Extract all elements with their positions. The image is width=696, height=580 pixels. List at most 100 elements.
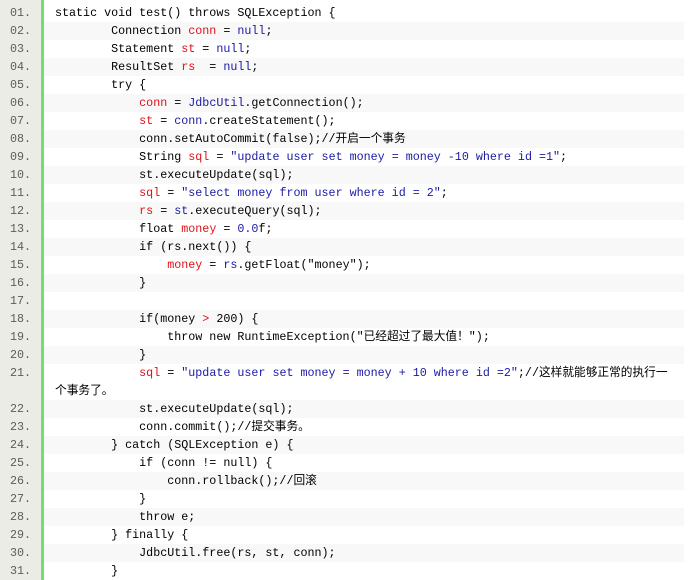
- variable-token: st: [139, 114, 154, 128]
- line-number: 03.: [0, 40, 41, 58]
- keyword-token: "update user set money = money + 10 wher…: [181, 366, 518, 380]
- code-text: }: [44, 346, 684, 364]
- code-text: sql = "update user set money = money + 1…: [44, 364, 684, 400]
- code-line: 08. conn.setAutoCommit(false);//开启一个事务: [0, 130, 696, 148]
- variable-token: rs: [139, 204, 154, 218]
- code-line: 04. ResultSet rs = null;: [0, 58, 696, 76]
- code-token: conn.commit();//提交事务。: [55, 420, 310, 434]
- code-text: st.executeUpdate(sql);: [44, 166, 684, 184]
- keyword-token: null: [216, 42, 245, 56]
- code-line: 19. throw new RuntimeException("已经超过了最大值…: [0, 328, 696, 346]
- code-text: }: [44, 562, 684, 580]
- line-number: 29.: [0, 526, 41, 544]
- keyword-token: 0.0: [237, 222, 259, 236]
- line-number: 11.: [0, 184, 41, 202]
- variable-token: sql: [139, 366, 161, 380]
- keyword-token: rs: [223, 258, 238, 272]
- code-token: =: [216, 222, 238, 236]
- code-text: static void test() throws SQLException {: [44, 4, 684, 22]
- code-line: 02. Connection conn = null;: [0, 22, 696, 40]
- code-text: if(money > 200) {: [44, 310, 684, 328]
- variable-token: st: [181, 42, 196, 56]
- code-token: .createStatement();: [202, 114, 336, 128]
- line-number: 16.: [0, 274, 41, 292]
- variable-token: sql: [139, 186, 161, 200]
- code-line: 28. throw e;: [0, 508, 696, 526]
- code-line: 10. st.executeUpdate(sql);: [0, 166, 696, 184]
- code-token: if(money: [55, 312, 203, 326]
- code-token: st.executeUpdate(sql);: [55, 168, 294, 182]
- code-text: conn.rollback();//回滚: [44, 472, 684, 490]
- line-number: 18.: [0, 310, 41, 328]
- code-text: JdbcUtil.free(rs, st, conn);: [44, 544, 684, 562]
- code-token: =: [209, 150, 231, 164]
- code-token: throw new RuntimeException("已经超过了最大值！");: [55, 330, 490, 344]
- code-token: if (rs.next()) {: [55, 240, 252, 254]
- code-token: ;: [244, 42, 252, 56]
- code-token: f;: [258, 222, 273, 236]
- code-text: money = rs.getFloat("money");: [44, 256, 684, 274]
- code-token: ;: [440, 186, 448, 200]
- code-line: 15. money = rs.getFloat("money");: [0, 256, 696, 274]
- line-number: 22.: [0, 400, 41, 418]
- code-token: =: [195, 42, 217, 56]
- code-line: 20. }: [0, 346, 696, 364]
- code-token: }: [55, 492, 147, 506]
- code-token: throw e;: [55, 510, 196, 524]
- code-token: ;: [265, 24, 273, 38]
- code-line: 06. conn = JdbcUtil.getConnection();: [0, 94, 696, 112]
- code-line: 17.: [0, 292, 696, 310]
- code-token: Connection: [55, 24, 189, 38]
- line-number: 05.: [0, 76, 41, 94]
- line-number: 21.: [0, 364, 41, 400]
- code-token: =: [216, 24, 238, 38]
- code-token: float: [55, 222, 182, 236]
- line-number: 12.: [0, 202, 41, 220]
- code-token: =: [160, 186, 182, 200]
- code-text: String sql = "update user set money = mo…: [44, 148, 684, 166]
- code-token: st.executeUpdate(sql);: [55, 402, 294, 416]
- code-line: 25. if (conn != null) {: [0, 454, 696, 472]
- code-token: conn.setAutoCommit(false);//开启一个事务: [55, 132, 406, 146]
- line-number: 09.: [0, 148, 41, 166]
- code-text: conn.commit();//提交事务。: [44, 418, 684, 436]
- line-number: 24.: [0, 436, 41, 454]
- code-line: 12. rs = st.executeQuery(sql);: [0, 202, 696, 220]
- code-line: 22. st.executeUpdate(sql);: [0, 400, 696, 418]
- code-line: 13. float money = 0.0f;: [0, 220, 696, 238]
- keyword-token: null: [237, 24, 266, 38]
- line-number: 01.: [0, 4, 41, 22]
- code-text: Statement st = null;: [44, 40, 684, 58]
- code-text: float money = 0.0f;: [44, 220, 684, 238]
- code-token: }: [55, 348, 147, 362]
- code-token: =: [153, 114, 175, 128]
- code-text: if (conn != null) {: [44, 454, 684, 472]
- code-token: =: [167, 96, 189, 110]
- code-token: } finally {: [55, 528, 189, 542]
- code-token: ResultSet: [55, 60, 182, 74]
- line-number: 15.: [0, 256, 41, 274]
- code-line: 05. try {: [0, 76, 696, 94]
- code-line: 07. st = conn.createStatement();: [0, 112, 696, 130]
- code-text: conn.setAutoCommit(false);//开启一个事务: [44, 130, 684, 148]
- code-line: 23. conn.commit();//提交事务。: [0, 418, 696, 436]
- code-text: }: [44, 274, 684, 292]
- code-token: 200) {: [209, 312, 259, 326]
- line-number: 31.: [0, 562, 41, 580]
- code-text: if (rs.next()) {: [44, 238, 684, 256]
- code-text: }: [44, 490, 684, 508]
- code-text: try {: [44, 76, 684, 94]
- line-number: 02.: [0, 22, 41, 40]
- code-token: ;: [560, 150, 568, 164]
- code-line: 30. JdbcUtil.free(rs, st, conn);: [0, 544, 696, 562]
- line-number: 26.: [0, 472, 41, 490]
- variable-token: sql: [188, 150, 210, 164]
- line-number: 28.: [0, 508, 41, 526]
- code-token: ;: [251, 60, 259, 74]
- code-text: conn = JdbcUtil.getConnection();: [44, 94, 684, 112]
- code-token: .executeQuery(sql);: [188, 204, 322, 218]
- code-token: =: [195, 60, 224, 74]
- code-text: } catch (SQLException e) {: [44, 436, 684, 454]
- code-line: 18. if(money > 200) {: [0, 310, 696, 328]
